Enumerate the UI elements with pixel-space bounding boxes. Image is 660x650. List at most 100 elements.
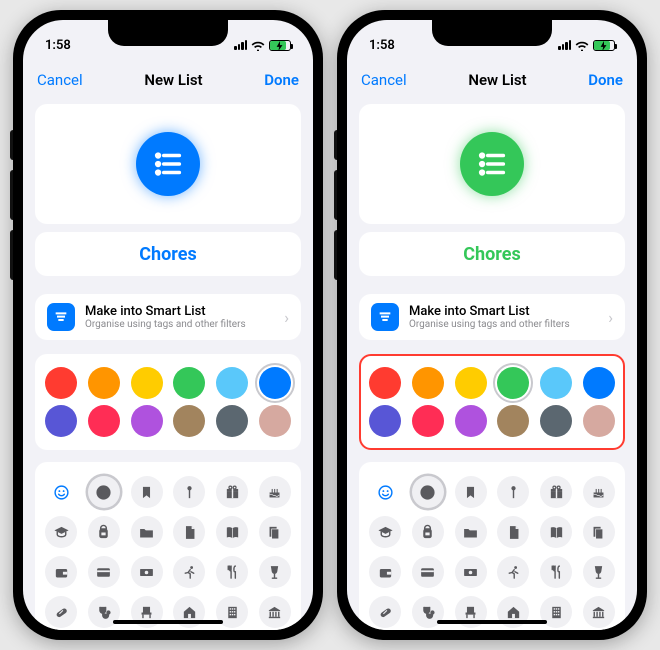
icon-option-bookmark[interactable] — [131, 476, 163, 508]
icon-option-folder[interactable] — [455, 516, 487, 548]
icon-option-book[interactable] — [540, 516, 572, 548]
color-swatch[interactable] — [45, 405, 77, 437]
list-icon-preview — [359, 104, 625, 224]
icon-option-gift[interactable] — [540, 476, 572, 508]
icon-row — [43, 512, 293, 552]
chevron-right-icon: › — [284, 308, 289, 327]
home-indicator[interactable] — [113, 620, 223, 624]
list-name-input[interactable]: Chores — [359, 232, 625, 276]
icon-option-pin[interactable] — [497, 476, 529, 508]
color-row-2 — [43, 402, 293, 440]
phone-left: 1:58 Cancel New List Done Chores — [13, 10, 323, 640]
emoji-picker-button[interactable] — [369, 476, 401, 508]
color-swatch[interactable] — [88, 367, 120, 399]
color-swatch[interactable] — [540, 367, 572, 399]
color-swatch[interactable] — [497, 405, 529, 437]
list-icon-circle — [136, 132, 200, 196]
color-swatch[interactable] — [412, 405, 444, 437]
color-swatch[interactable] — [259, 367, 291, 399]
notch — [432, 20, 552, 46]
color-swatch[interactable] — [173, 405, 205, 437]
emoji-picker-button[interactable] — [45, 476, 77, 508]
nav-bar: Cancel New List Done — [347, 60, 637, 100]
color-swatch[interactable] — [131, 405, 163, 437]
icon-option-fork[interactable] — [216, 556, 248, 588]
smart-list-subtitle: Organise using tags and other filters — [409, 319, 598, 330]
icon-option-wine[interactable] — [583, 556, 615, 588]
done-button[interactable]: Done — [264, 71, 299, 89]
icon-option-run[interactable] — [173, 556, 205, 588]
icon-option-cash[interactable] — [131, 556, 163, 588]
color-swatch[interactable] — [455, 367, 487, 399]
icon-option-cash[interactable] — [455, 556, 487, 588]
icon-option-card[interactable] — [88, 556, 120, 588]
icon-option-wallet[interactable] — [369, 556, 401, 588]
color-swatch[interactable] — [369, 405, 401, 437]
done-button[interactable]: Done — [588, 71, 623, 89]
smart-list-subtitle: Organise using tags and other filters — [85, 319, 274, 330]
color-picker — [35, 354, 301, 450]
status-right — [234, 40, 291, 51]
screen: 1:58 Cancel New List Done Chores — [347, 20, 637, 630]
list-icon-preview — [35, 104, 301, 224]
icon-option-fork[interactable] — [540, 556, 572, 588]
color-swatch[interactable] — [131, 367, 163, 399]
icon-option-grad[interactable] — [45, 516, 77, 548]
color-swatch[interactable] — [216, 367, 248, 399]
icon-option-run[interactable] — [497, 556, 529, 588]
smart-list-button[interactable]: Make into Smart List Organise using tags… — [35, 294, 301, 340]
list-bullet-icon — [151, 147, 185, 181]
color-swatch[interactable] — [497, 367, 529, 399]
icon-option-doc[interactable] — [173, 516, 205, 548]
icon-option-backpack[interactable] — [412, 516, 444, 548]
icon-option-folder[interactable] — [131, 516, 163, 548]
list-icon-circle — [460, 132, 524, 196]
cancel-button[interactable]: Cancel — [37, 71, 83, 89]
smart-list-text: Make into Smart List Organise using tags… — [409, 304, 598, 330]
color-swatch[interactable] — [455, 405, 487, 437]
battery-icon — [593, 40, 615, 51]
color-swatch[interactable] — [259, 405, 291, 437]
signal-icon — [558, 40, 571, 50]
icon-row — [367, 512, 617, 552]
icon-option-wine[interactable] — [259, 556, 291, 588]
color-swatch[interactable] — [45, 367, 77, 399]
icon-option-bookmark[interactable] — [455, 476, 487, 508]
icon-option-grad[interactable] — [369, 516, 401, 548]
icon-option-pill[interactable] — [369, 596, 401, 628]
color-swatch[interactable] — [369, 367, 401, 399]
icon-option-list[interactable] — [88, 476, 120, 508]
icon-option-cake[interactable] — [259, 476, 291, 508]
icon-option-cake[interactable] — [583, 476, 615, 508]
nav-title: New List — [144, 71, 202, 89]
color-swatch[interactable] — [583, 367, 615, 399]
icon-option-pages[interactable] — [583, 516, 615, 548]
icon-option-museum[interactable] — [259, 596, 291, 628]
icon-option-doc[interactable] — [497, 516, 529, 548]
icon-option-book[interactable] — [216, 516, 248, 548]
icon-option-gift[interactable] — [216, 476, 248, 508]
phone-right: 1:58 Cancel New List Done Chores — [337, 10, 647, 640]
smart-list-title: Make into Smart List — [85, 304, 274, 319]
icon-option-museum[interactable] — [583, 596, 615, 628]
icon-option-pages[interactable] — [259, 516, 291, 548]
home-indicator[interactable] — [437, 620, 547, 624]
icon-option-pin[interactable] — [173, 476, 205, 508]
icon-option-list[interactable] — [412, 476, 444, 508]
list-name-input[interactable]: Chores — [35, 232, 301, 276]
status-right — [558, 40, 615, 51]
color-row-1 — [43, 364, 293, 402]
color-swatch[interactable] — [540, 405, 572, 437]
icon-option-pill[interactable] — [45, 596, 77, 628]
cancel-button[interactable]: Cancel — [361, 71, 407, 89]
icon-option-card[interactable] — [412, 556, 444, 588]
color-swatch[interactable] — [583, 405, 615, 437]
color-swatch[interactable] — [88, 405, 120, 437]
smart-list-button[interactable]: Make into Smart List Organise using tags… — [359, 294, 625, 340]
color-swatch[interactable] — [173, 367, 205, 399]
chevron-right-icon: › — [608, 308, 613, 327]
color-swatch[interactable] — [216, 405, 248, 437]
color-swatch[interactable] — [412, 367, 444, 399]
icon-option-backpack[interactable] — [88, 516, 120, 548]
icon-option-wallet[interactable] — [45, 556, 77, 588]
